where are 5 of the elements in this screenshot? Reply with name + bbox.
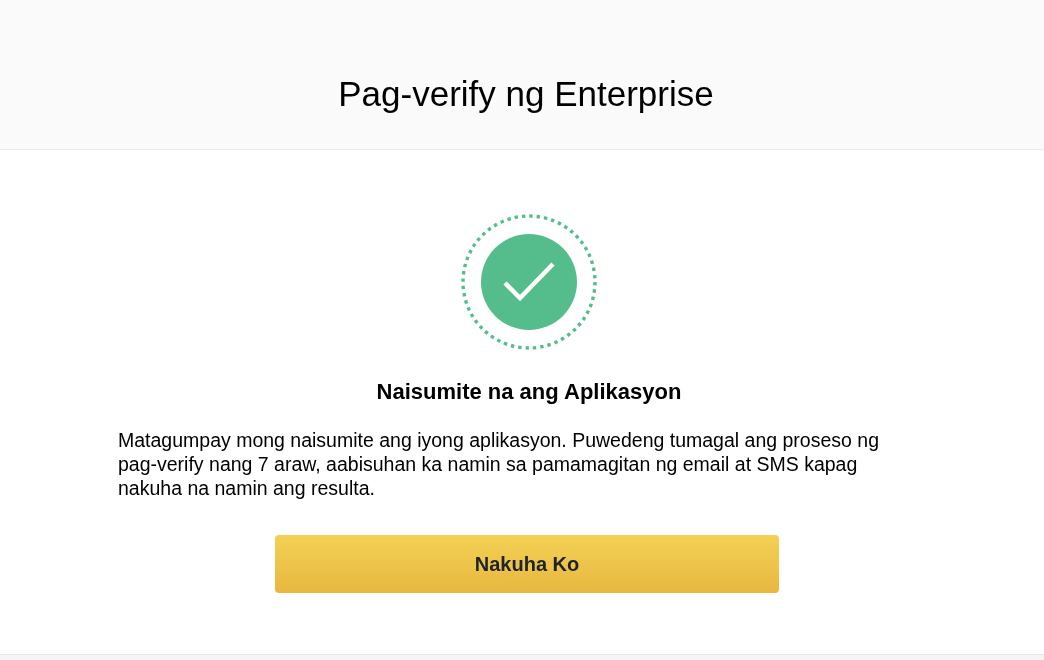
- page-title: Pag-verify ng Enterprise: [338, 72, 714, 115]
- success-check-icon: [461, 214, 597, 350]
- status-heading: Naisumite na ang Aplikasyon: [376, 378, 682, 406]
- status-message: Matagumpay mong naisumite ang iyong aplikasyon. Puwedeng tumagal ang proseso ng pag-verify nang 7 araw, aabisuhan ka namin sa pamamagitan ng email at SMS kapag nakuha na namin ang resulta.: [118, 428, 880, 500]
- confirm-button[interactable]: Nakuha Ko: [275, 535, 779, 593]
